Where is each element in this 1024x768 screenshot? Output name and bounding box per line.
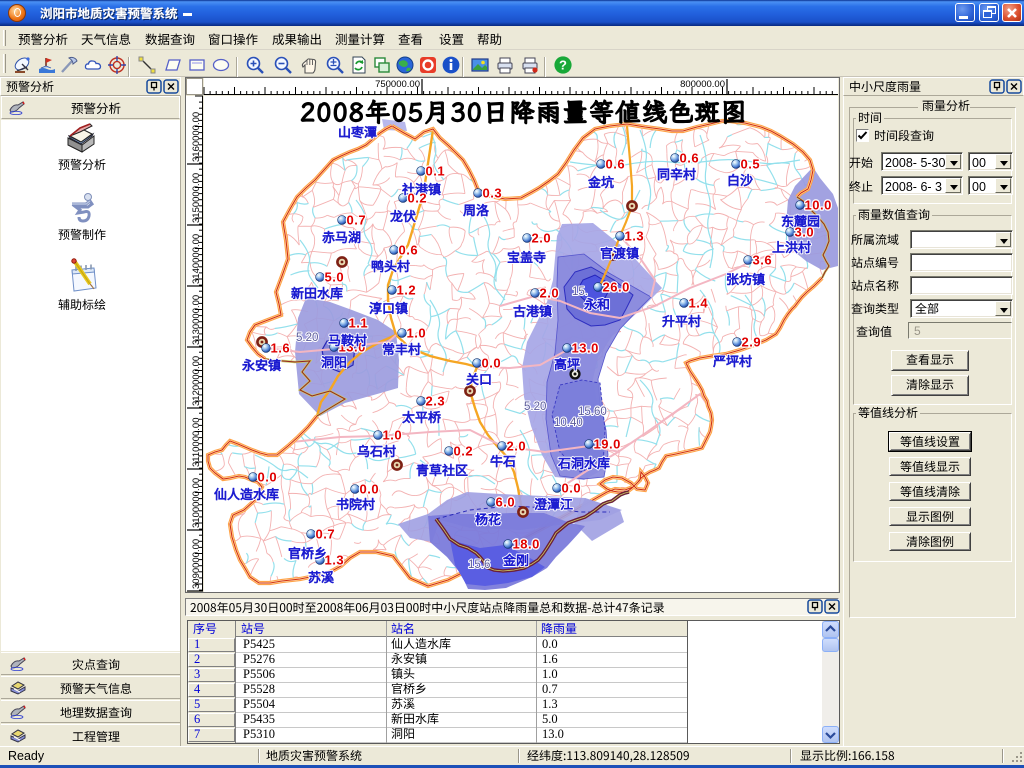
- svg-text:?: ?: [559, 58, 567, 73]
